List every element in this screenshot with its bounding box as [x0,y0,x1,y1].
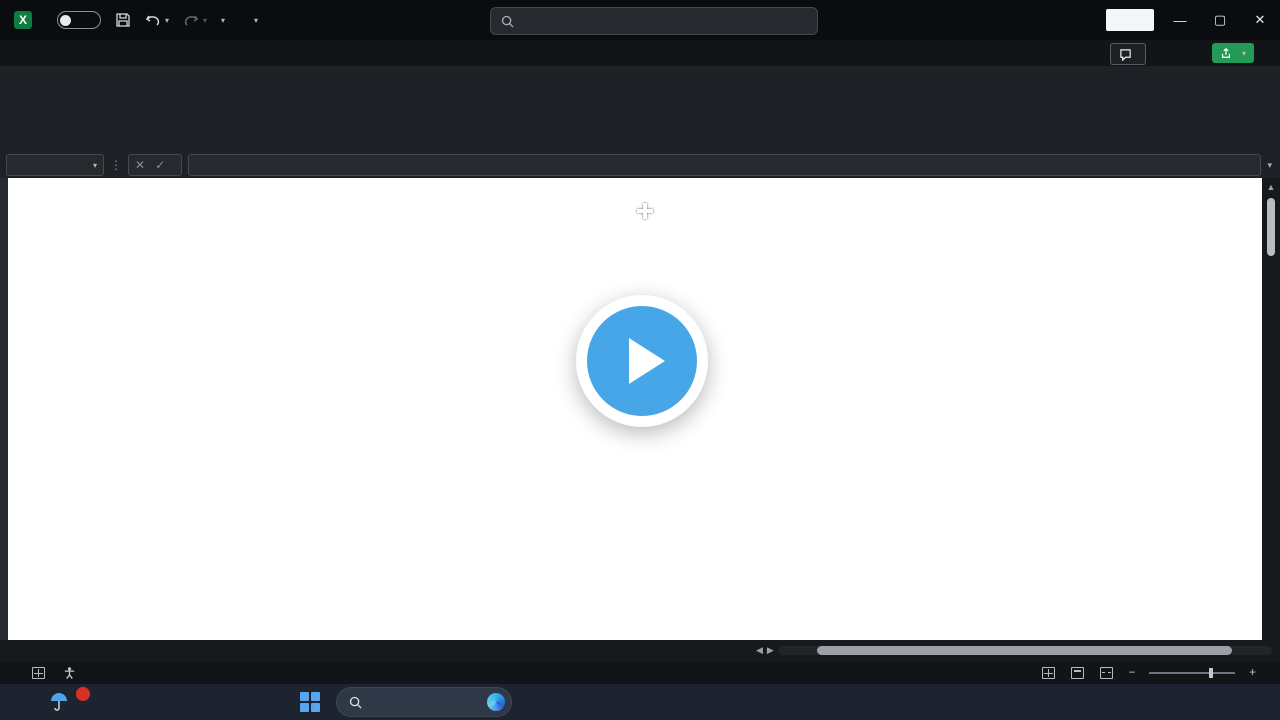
name-box-dropdown-icon: ▾ [92,160,97,170]
horizontal-scrollbar[interactable]: ◀ ▶ [756,644,1272,657]
autosave-switch[interactable] [57,11,101,29]
start-button[interactable] [300,692,320,712]
save-button[interactable] [115,12,131,28]
windows-taskbar [0,684,1280,720]
title-dropdown-icon: ▾ [254,15,259,25]
undo-icon [145,15,160,26]
ribbon [0,66,1280,152]
weather-widget[interactable] [48,687,90,713]
sign-in-button[interactable] [1106,9,1154,31]
search-input[interactable] [490,7,818,35]
title-bar: ▾ ▾ ▾ ▾ — ▢ ✕ [0,0,1280,40]
formula-input[interactable] [188,154,1262,176]
save-icon [116,13,130,27]
zoom-in-icon[interactable]: + [1249,667,1256,679]
weather-badge [76,687,90,701]
redo-icon [184,15,199,26]
horizontal-scroll-thumb[interactable] [817,646,1233,655]
formula-bar-expand-icon[interactable]: ▾ [1267,160,1272,171]
vertical-scroll-thumb[interactable] [1267,198,1275,256]
document-title[interactable]: ▾ [248,16,258,25]
share-icon [1221,47,1231,58]
formula-bar-handle[interactable]: ⋮ [110,158,122,172]
macro-record-icon[interactable] [32,667,45,679]
search-highlights-icon [487,693,505,711]
excel-app-icon [14,11,32,29]
search-icon [501,15,514,28]
cancel-entry-icon[interactable]: ✕ [135,158,145,172]
name-box[interactable]: ▾ [6,154,104,176]
share-button[interactable]: ▾ [1212,43,1255,63]
formula-buttons: ✕ ✓ [128,154,183,176]
toggle-knob-icon [60,14,71,26]
close-button[interactable]: ✕ [1240,0,1280,40]
horizontal-scroll-track[interactable] [777,646,1272,655]
overflow-chevron-icon: ▾ [221,15,226,25]
scroll-right-icon[interactable]: ▶ [767,645,774,656]
restore-button[interactable]: ▢ [1200,0,1240,40]
play-icon [629,338,665,384]
video-play-button[interactable] [576,295,708,427]
scroll-left-icon[interactable]: ◀ [756,645,763,656]
redo-dropdown-icon: ▾ [203,15,208,25]
minimize-button[interactable]: — [1160,0,1200,40]
cell-cursor-icon [637,203,653,219]
umbrella-icon [51,693,67,711]
scroll-up-icon[interactable]: ▲ [1267,182,1276,192]
grid-edge [0,178,8,640]
share-dropdown-icon: ▾ [1242,48,1247,58]
zoom-slider-thumb[interactable] [1209,668,1214,678]
comment-icon [1120,48,1131,61]
vertical-scrollbar[interactable]: ▲ [1262,178,1280,640]
undo-dropdown-icon[interactable]: ▾ [165,16,169,25]
autosave-toggle[interactable] [53,11,101,29]
accessibility-icon [64,667,75,679]
formula-bar: ▾ ⋮ ✕ ✓ ▾ [0,152,1280,178]
page-break-view-icon[interactable] [1099,667,1113,679]
redo-button: ▾ [183,12,207,28]
undo-button[interactable]: ▾ [145,12,169,28]
excel-window: ▾ ▾ ▾ ▾ — ▢ ✕ ▾ ▾ [0,0,1280,720]
normal-view-icon[interactable] [1041,667,1055,679]
comments-button[interactable] [1110,43,1146,65]
taskbar-search[interactable] [336,687,512,717]
ribbon-tab-strip [0,40,1280,66]
zoom-slider[interactable] [1149,668,1236,678]
status-bar: − + [0,662,1280,684]
confirm-entry-icon[interactable]: ✓ [155,158,165,172]
search-icon [349,696,362,709]
quick-access-menu-button[interactable]: ▾ [221,16,225,25]
page-layout-view-icon[interactable] [1070,667,1084,679]
zoom-out-icon[interactable]: − [1129,667,1136,679]
